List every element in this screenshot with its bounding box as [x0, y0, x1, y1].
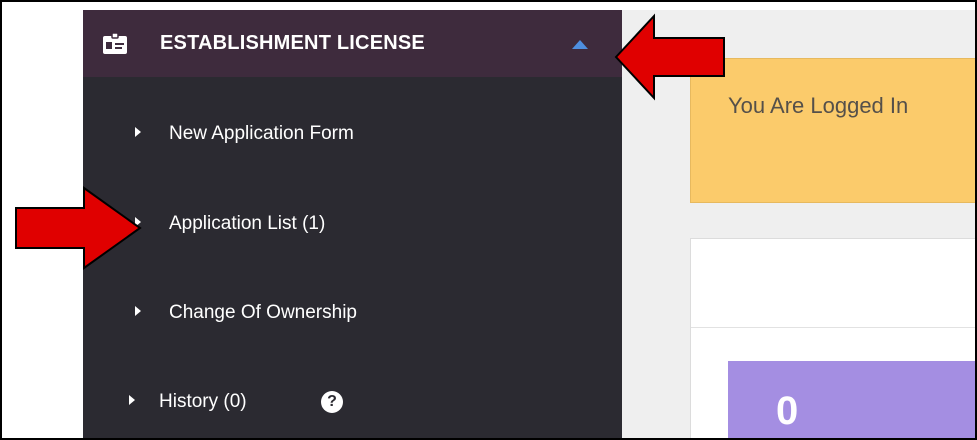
- alert-text: You Are Logged In: [728, 93, 909, 118]
- caret-up-icon[interactable]: [572, 40, 588, 49]
- sidebar: ESTABLISHMENT LICENSE New Application Fo…: [83, 10, 622, 440]
- sidebar-item-label: Change Of Ownership: [169, 302, 357, 323]
- sidebar-item-new-application-form[interactable]: New Application Form: [83, 104, 622, 164]
- bullet-icon: [135, 306, 141, 316]
- login-alert: You Are Logged In: [690, 58, 977, 203]
- red-arrow-icon: [15, 186, 142, 270]
- sidebar-item-application-list[interactable]: Application List (1): [83, 194, 622, 254]
- sidebar-item-label: History (0): [159, 391, 247, 412]
- sidebar-item-label: Application List (1): [169, 213, 326, 234]
- establishment-license-menu-header[interactable]: ESTABLISHMENT LICENSE: [83, 10, 622, 77]
- panel-divider: [691, 327, 977, 328]
- id-card-icon: [102, 32, 128, 56]
- red-arrow-icon: [614, 13, 725, 101]
- sidebar-item-label: New Application Form: [169, 123, 354, 144]
- stat-card[interactable]: 0: [728, 361, 977, 440]
- bullet-icon: [129, 395, 135, 405]
- bullet-icon: [135, 127, 141, 137]
- stat-value: 0: [776, 389, 799, 433]
- sidebar-item-history[interactable]: History (0) ?: [83, 372, 622, 432]
- question-circle-icon[interactable]: ?: [321, 391, 343, 413]
- sidebar-item-change-of-ownership[interactable]: Change Of Ownership: [83, 283, 622, 343]
- menu-header-title: ESTABLISHMENT LICENSE: [160, 32, 425, 54]
